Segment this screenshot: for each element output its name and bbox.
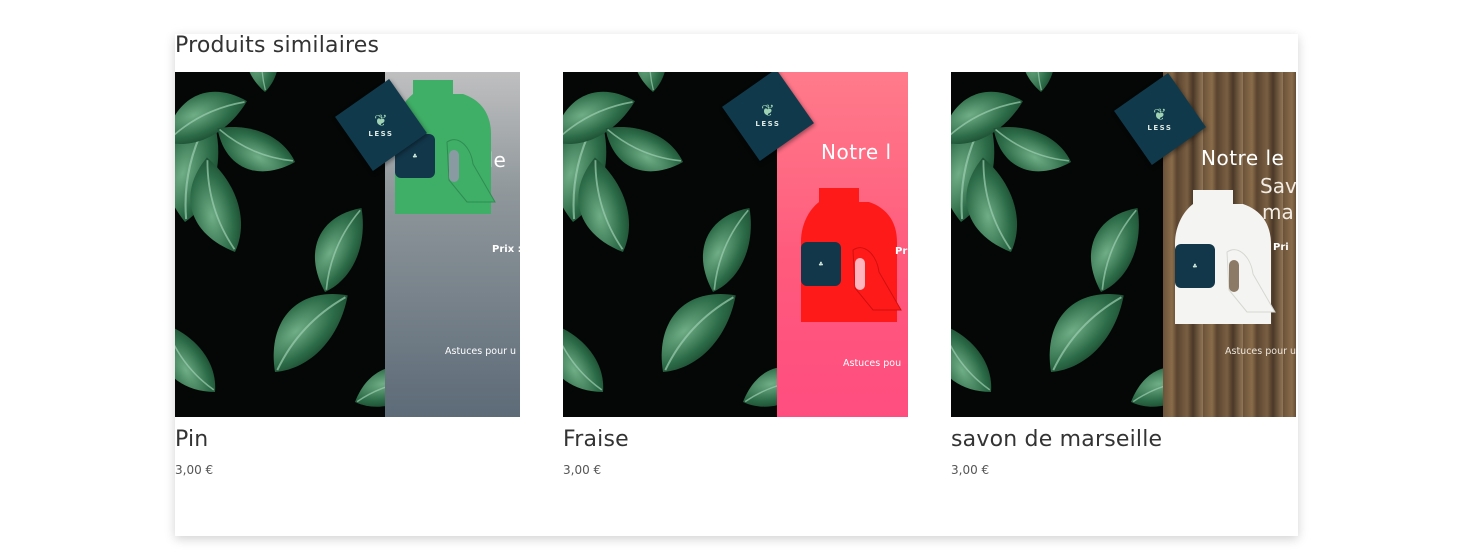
product-price: 3,00 € (951, 463, 990, 477)
product-image[interactable]: Notre le ♣ Prix : Astuces pour u ❦ LESS (175, 72, 520, 417)
svg-text:♣: ♣ (1192, 263, 1197, 270)
svg-text:♣: ♣ (818, 261, 823, 268)
product-name[interactable]: Pin (175, 427, 520, 452)
leaf-icon: ❦ (374, 110, 388, 130)
poster-tips: Astuces pou (843, 358, 902, 369)
poster-price-label: Prix : (492, 244, 520, 255)
product-price: 3,00 € (175, 463, 214, 477)
poster-tips: Astuces pour u (445, 346, 517, 357)
product-image[interactable]: Notre le Sav ma ♣ Pri Astuces pour u ❦ L… (951, 72, 1296, 417)
product-image[interactable]: Notre l ♣ Pri Astuces pou ❦ LESS (563, 72, 908, 417)
similar-products-section: Produits similaires Notre le (175, 33, 1298, 536)
poster-price-label: Pri (1273, 242, 1289, 253)
product-name[interactable]: Fraise (563, 427, 908, 452)
svg-text:♣: ♣ (412, 153, 417, 160)
product-card-fraise[interactable]: Notre l ♣ Pri Astuces pou ❦ LESS Fraise (563, 72, 908, 477)
leaf-icon: ❦ (761, 100, 775, 120)
poster-price-label: Pri (895, 246, 908, 257)
poster-tips: Astuces pour u (1225, 346, 1296, 357)
product-name[interactable]: savon de marseille (951, 427, 1296, 452)
detergent-bottle-icon: ♣ (1175, 190, 1276, 324)
product-card-savon-de-marseille[interactable]: Notre le Sav ma ♣ Pri Astuces pour u ❦ L… (951, 72, 1296, 477)
detergent-bottle-icon: ♣ (801, 188, 902, 322)
section-title: Produits similaires (175, 33, 380, 58)
leaf-icon: ❦ (1153, 104, 1167, 124)
product-price: 3,00 € (563, 463, 602, 477)
product-card-pin[interactable]: Notre le ♣ Prix : Astuces pour u ❦ LESS … (175, 72, 520, 477)
poster-heading: Notre le (1201, 146, 1285, 170)
poster-heading: Notre l (821, 140, 892, 164)
